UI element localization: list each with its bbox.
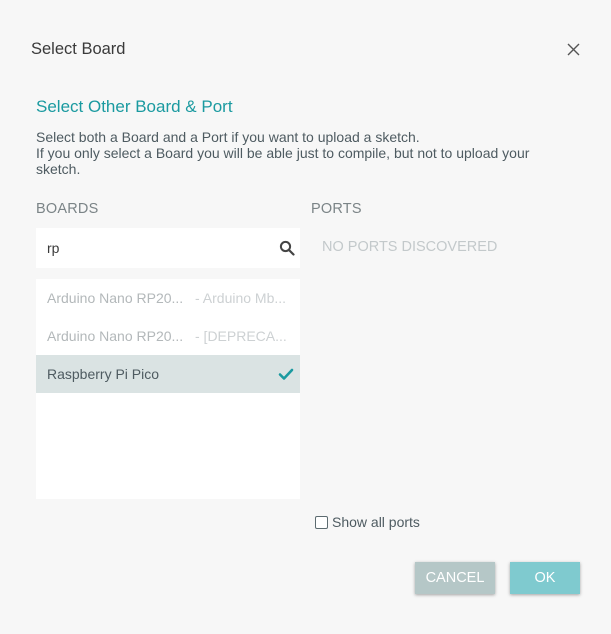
checkmark-icon bbox=[278, 368, 294, 380]
close-icon bbox=[567, 43, 580, 56]
search-icon bbox=[279, 240, 295, 256]
show-all-ports-label[interactable]: Show all ports bbox=[332, 514, 420, 530]
boards-label: BOARDS bbox=[36, 201, 99, 217]
board-list-item-selected[interactable]: Raspberry Pi Pico bbox=[36, 355, 300, 393]
dialog-subtitle: Select Other Board & Port bbox=[36, 97, 233, 116]
board-name: Arduino Nano RP20... bbox=[47, 328, 184, 344]
board-list: Arduino Nano RP20... - Arduino Mb... Ardu… bbox=[36, 279, 300, 499]
dialog-description: Select both a Board and a Port if you wa… bbox=[36, 129, 566, 177]
board-search-input[interactable] bbox=[36, 228, 266, 268]
no-ports-text: NO PORTS DISCOVERED bbox=[322, 239, 498, 255]
board-package: - [DEPRECA... bbox=[195, 328, 287, 344]
ports-label: PORTS bbox=[311, 201, 362, 217]
board-list-item[interactable]: Arduino Nano RP20... - Arduino Mb... bbox=[36, 279, 300, 317]
cancel-button[interactable]: CANCEL bbox=[415, 562, 495, 594]
board-name: Raspberry Pi Pico bbox=[47, 366, 160, 382]
board-package: - Arduino Mb... bbox=[195, 290, 287, 306]
show-all-ports-checkbox[interactable] bbox=[315, 515, 328, 529]
select-board-dialog: Select Board Select Other Board & Port S… bbox=[0, 0, 611, 634]
board-name: Arduino Nano RP20... bbox=[47, 290, 184, 306]
close-button[interactable] bbox=[564, 40, 584, 60]
description-line-1: Select both a Board and a Port if you wa… bbox=[36, 129, 420, 145]
ok-button[interactable]: OK bbox=[510, 562, 580, 594]
dialog-title: Select Board bbox=[31, 40, 126, 58]
board-search-box bbox=[36, 228, 300, 268]
show-all-ports: Show all ports bbox=[315, 514, 420, 530]
description-line-2: If you only select a Board you will be a… bbox=[36, 145, 530, 177]
board-list-item[interactable]: Arduino Nano RP20... - [DEPRECA... bbox=[36, 317, 300, 355]
